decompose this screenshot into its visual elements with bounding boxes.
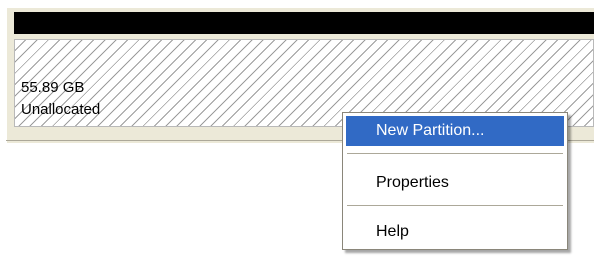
menu-separator bbox=[347, 153, 563, 155]
context-menu: New Partition... Properties Help bbox=[342, 112, 568, 250]
volume-size-label: 55.89 GB bbox=[21, 79, 85, 96]
menu-separator bbox=[347, 205, 563, 207]
volume-status-label: Unallocated bbox=[21, 101, 101, 118]
menu-item-help[interactable]: Help bbox=[346, 217, 564, 247]
volume-header-bar bbox=[14, 12, 594, 34]
menu-item-new-partition[interactable]: New Partition... bbox=[346, 116, 564, 146]
menu-item-properties[interactable]: Properties bbox=[346, 168, 564, 198]
